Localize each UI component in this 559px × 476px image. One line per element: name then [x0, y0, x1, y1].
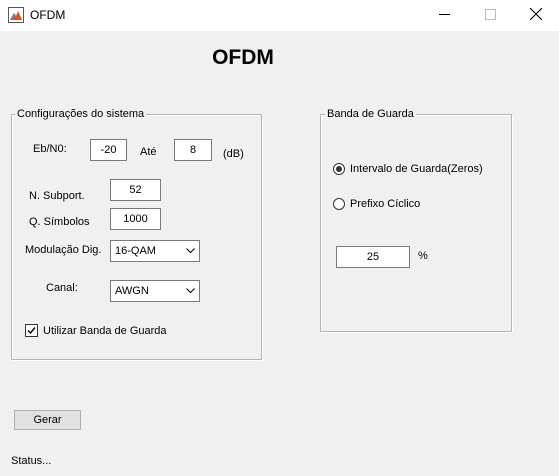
page-title: OFDM	[212, 46, 274, 69]
guard-band-checkbox-label[interactable]: Utilizar Banda de Guarda	[43, 325, 167, 337]
system-settings-legend: Configurações do sistema	[15, 108, 147, 120]
matlab-figure-icon	[8, 7, 24, 23]
symbols-label: Q. Símbolos	[29, 216, 90, 228]
guard-percent-input[interactable]	[336, 246, 410, 268]
db-unit-label: (dB)	[223, 148, 244, 160]
ebn0-to-input[interactable]	[174, 139, 212, 161]
guard-interval-label[interactable]: Intervalo de Guarda(Zeros)	[350, 163, 483, 175]
subcarriers-label: N. Subport.	[29, 190, 85, 202]
percent-label: %	[418, 250, 428, 262]
maximize-button[interactable]	[467, 0, 513, 31]
guard-band-legend: Banda de Guarda	[325, 108, 416, 120]
close-button[interactable]	[513, 0, 559, 31]
generate-button[interactable]: Gerar	[14, 410, 81, 430]
modulation-label: Modulação Dig.	[25, 244, 102, 256]
chevron-down-icon	[182, 241, 199, 261]
minimize-icon	[438, 9, 450, 23]
status-text: Status...	[11, 455, 52, 467]
minimize-button[interactable]	[421, 0, 467, 31]
ebn0-from-input[interactable]	[90, 139, 127, 161]
guard-band-panel	[320, 114, 512, 332]
modulation-select[interactable]: 16-QAM	[110, 240, 200, 262]
maximize-icon	[484, 8, 496, 23]
radio-selected-dot	[336, 166, 342, 172]
window-title: OFDM	[30, 8, 66, 22]
title-bar: OFDM	[0, 0, 559, 31]
until-label: Até	[140, 146, 157, 158]
ebn0-label: Eb/N0:	[33, 143, 67, 155]
close-icon	[529, 7, 543, 23]
channel-value: AWGN	[115, 285, 149, 297]
channel-label: Canal:	[46, 282, 78, 294]
modulation-value: 16-QAM	[115, 245, 156, 257]
chevron-down-icon	[182, 281, 199, 301]
guard-interval-radio[interactable]	[333, 163, 345, 175]
symbols-input[interactable]	[110, 208, 161, 230]
channel-select[interactable]: AWGN	[110, 280, 200, 302]
subcarriers-input[interactable]	[110, 179, 161, 201]
cyclic-prefix-label[interactable]: Prefixo Cíclico	[350, 198, 420, 210]
guard-band-checkbox[interactable]	[25, 324, 38, 337]
cyclic-prefix-radio[interactable]	[333, 198, 345, 210]
